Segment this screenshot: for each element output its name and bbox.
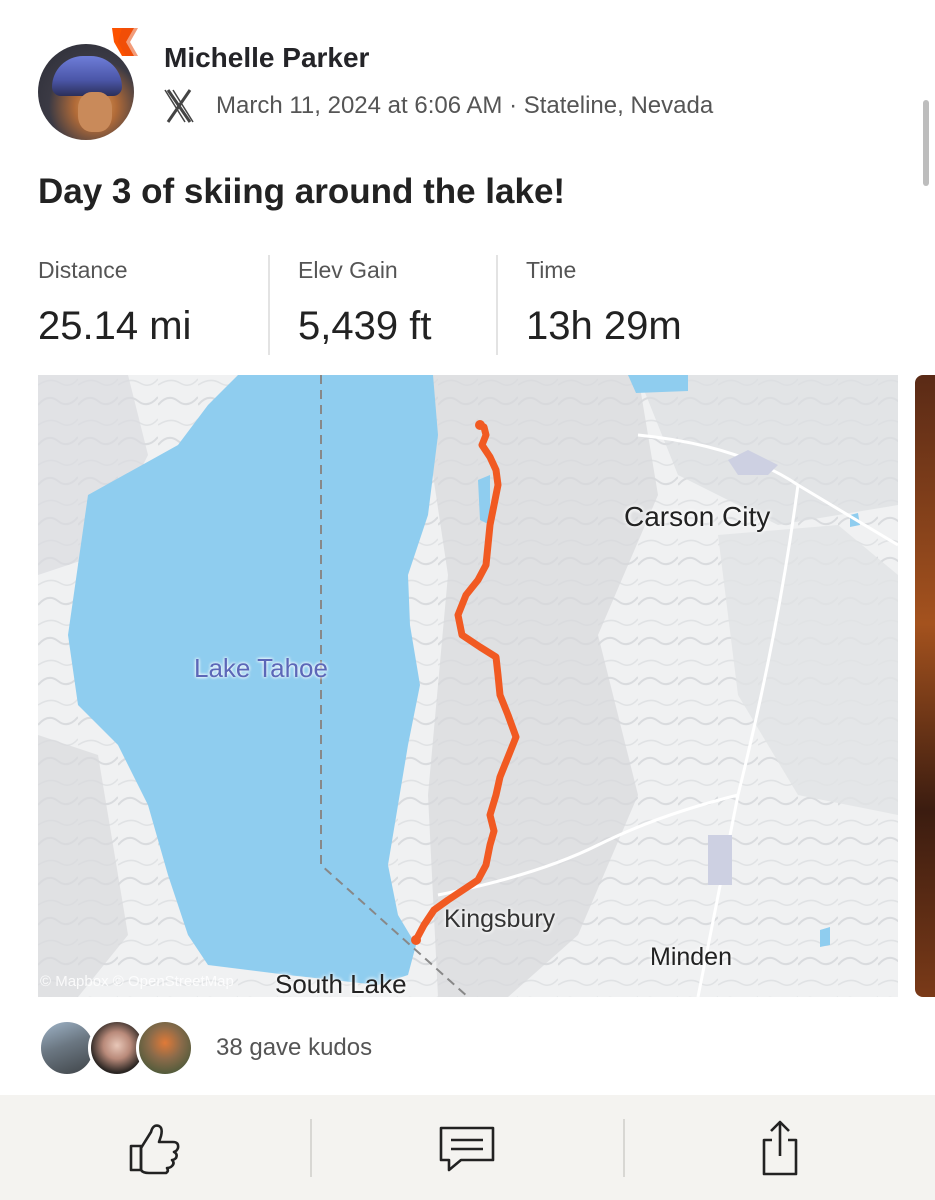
stat-value: 13h 29m <box>526 304 682 348</box>
stat-distance: Distance 25.14 mi <box>38 255 268 355</box>
activity-title[interactable]: Day 3 of skiing around the lake! <box>38 172 565 212</box>
stat-value: 5,439 ft <box>298 304 432 348</box>
activity-stats: Distance 25.14 mi Elev Gain 5,439 ft Tim… <box>38 255 716 355</box>
strava-chevron-icon <box>112 28 138 56</box>
map-label-lake-tahoe: Lake Tahoe <box>194 653 328 683</box>
map-label-south-lake: South Lake <box>275 969 407 997</box>
next-photo-card[interactable] <box>915 375 935 997</box>
author-avatar[interactable] <box>38 28 138 140</box>
map-attribution[interactable]: © Mapbox © OpenStreetMap <box>40 973 234 990</box>
activity-header: Michelle Parker March 11, 2024 at 6:06 A… <box>38 28 898 140</box>
stat-label: Elev Gain <box>298 257 398 283</box>
kudos-row[interactable]: 38 gave kudos <box>38 1018 372 1078</box>
route-map[interactable]: Lake Tahoe Carson City Kingsbury Minden … <box>38 375 898 997</box>
avatar-photo <box>38 44 134 140</box>
comment-button[interactable] <box>312 1095 622 1200</box>
author-name[interactable]: Michelle Parker <box>164 42 369 74</box>
stat-time: Time 13h 29m <box>496 255 716 355</box>
stat-value: 25.14 mi <box>38 304 192 348</box>
map-canvas <box>38 375 898 997</box>
stat-label: Time <box>526 257 577 283</box>
map-label-carson-city: Carson City <box>624 501 771 532</box>
share-button[interactable] <box>625 1095 935 1200</box>
scrollbar[interactable] <box>923 100 929 186</box>
map-label-minden: Minden <box>650 943 732 971</box>
kudos-avatars <box>38 1019 198 1077</box>
kudos-count[interactable]: 38 gave kudos <box>216 1034 372 1062</box>
stat-elev-gain: Elev Gain 5,439 ft <box>268 255 496 355</box>
activity-meta: March 11, 2024 at 6:06 AM · Stateline, N… <box>164 88 713 124</box>
map-label-kingsbury: Kingsbury <box>444 905 556 933</box>
thumbs-up-icon <box>129 1123 180 1174</box>
action-bar <box>0 1095 935 1200</box>
avatar <box>136 1019 194 1077</box>
x-device-icon <box>164 89 194 123</box>
stat-label: Distance <box>38 257 128 283</box>
comment-icon <box>440 1126 495 1171</box>
share-icon <box>762 1120 798 1175</box>
activity-date-location: March 11, 2024 at 6:06 AM · Stateline, N… <box>216 92 714 119</box>
kudos-button[interactable] <box>0 1095 310 1200</box>
